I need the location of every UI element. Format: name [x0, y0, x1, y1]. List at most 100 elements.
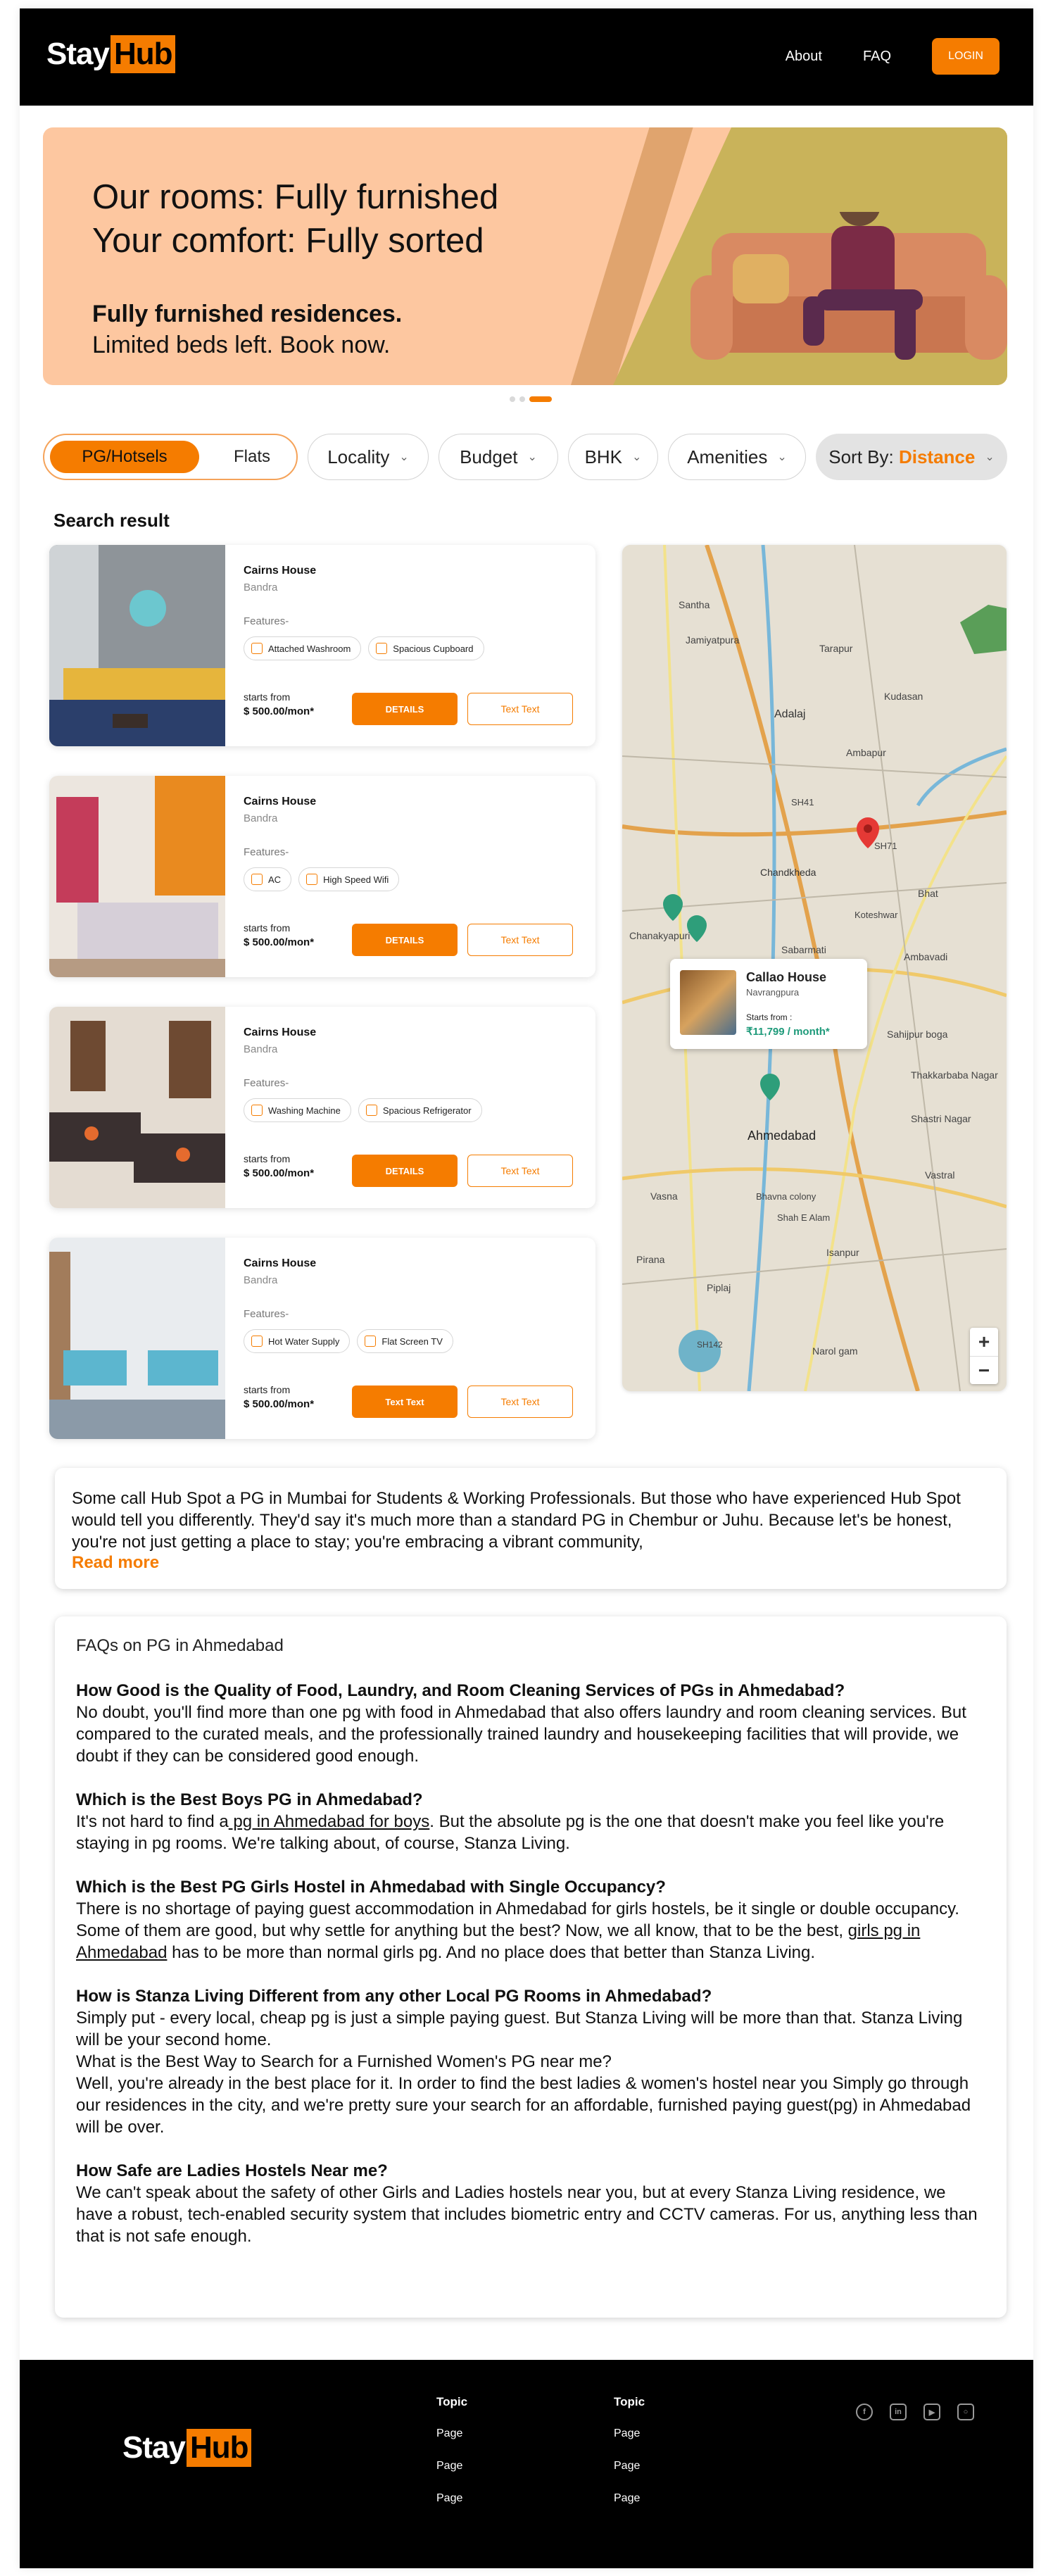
popup-starts-from: Starts from : — [746, 1012, 793, 1022]
map-label: SH71 — [874, 841, 897, 851]
map-popup[interactable]: Callao House Navrangpura Starts from : ₹… — [670, 959, 867, 1049]
map-label: Ahmedabad — [748, 1129, 816, 1143]
map-label: Jamiyatpura — [686, 634, 739, 646]
listing-price: $ 500.00/mon* — [244, 936, 315, 948]
footer-link[interactable]: Page — [436, 2427, 467, 2440]
locality-label: Locality — [327, 446, 390, 467]
details-button[interactable]: DETAILS — [352, 693, 458, 725]
map-zoom-control: + − — [970, 1328, 998, 1384]
map-label: Chanakyapuri — [629, 930, 690, 941]
bhk-dropdown[interactable]: BHK ⌄ — [568, 434, 658, 480]
popup-area: Navrangpura — [746, 987, 800, 998]
map-label: Adalaj — [774, 708, 805, 720]
login-button[interactable]: LOGIN — [932, 38, 1000, 75]
listing-card[interactable]: Cairns House Bandra Features- AC High Sp… — [49, 776, 595, 977]
map-label: Shastri Nagar — [911, 1113, 971, 1124]
popup-name: Callao House — [746, 970, 827, 984]
footer-link[interactable]: Page — [614, 2427, 645, 2440]
map-label: Vasna — [650, 1190, 678, 1202]
secondary-button[interactable]: Text Text — [467, 1386, 573, 1418]
footer-link[interactable]: Page — [614, 2492, 645, 2505]
hero-title: Our rooms: Fully furnished Your comfort:… — [92, 175, 498, 263]
youtube-icon[interactable]: ▶ — [923, 2404, 940, 2420]
faq-question: How Good is the Quality of Food, Laundry… — [76, 1681, 845, 1700]
nav-about[interactable]: About — [786, 49, 822, 65]
map-label: Santha — [679, 599, 710, 610]
toggle-flats[interactable]: Flats — [213, 441, 291, 473]
chevron-down-icon: ⌄ — [527, 451, 537, 463]
hero-banner[interactable]: Our rooms: Fully furnished Your comfort:… — [43, 127, 1007, 385]
secondary-button[interactable]: Text Text — [467, 924, 573, 956]
faq-question: How is Stanza Living Different from any … — [76, 1987, 712, 2006]
carousel-dot[interactable] — [510, 396, 515, 402]
budget-label: Budget — [460, 446, 518, 467]
chevron-down-icon: ⌄ — [985, 451, 995, 463]
footer-column: Topic Page Page Page — [436, 2395, 467, 2525]
cupboard-icon — [376, 643, 388, 654]
zoom-out-button[interactable]: − — [970, 1356, 998, 1384]
details-button[interactable]: DETAILS — [352, 1155, 458, 1187]
facebook-icon[interactable]: f — [856, 2404, 873, 2420]
boys-pg-link[interactable]: pg in Ahmedabad for boys — [229, 1812, 429, 1831]
listing-card[interactable]: Cairns House Bandra Features- Washing Ma… — [49, 1007, 595, 1208]
faq-answer: No doubt, you'll find more than one pg w… — [76, 1703, 966, 1766]
footer-link[interactable]: Page — [614, 2460, 645, 2473]
hero-subtitle-bold: Fully furnished residences. — [92, 301, 403, 327]
locality-dropdown[interactable]: Locality ⌄ — [308, 434, 429, 480]
zoom-in-button[interactable]: + — [970, 1328, 998, 1356]
feature-label: Hot Water Supply — [268, 1336, 340, 1347]
faq-answer: What is the Best Way to Search for a Fur… — [76, 2052, 612, 2071]
carousel-dot-active[interactable] — [529, 396, 552, 402]
map-label: Ambapur — [846, 747, 886, 758]
map-label: Ambavadi — [904, 951, 947, 962]
secondary-button[interactable]: Text Text — [467, 1155, 573, 1187]
listing-card[interactable]: Cairns House Bandra Features- Hot Water … — [49, 1238, 595, 1439]
details-button[interactable]: DETAILS — [352, 924, 458, 956]
hot-water-icon — [251, 1336, 263, 1347]
logo-hub: Hub — [186, 2429, 252, 2467]
linkedin-icon[interactable]: in — [890, 2404, 907, 2420]
starts-from-label: starts from — [244, 1384, 291, 1395]
wifi-icon — [306, 874, 318, 885]
ac-icon — [251, 874, 263, 885]
amenities-dropdown[interactable]: Amenities ⌄ — [668, 434, 806, 480]
footer-link[interactable]: Page — [436, 2460, 467, 2473]
primary-button[interactable]: Text Text — [352, 1386, 458, 1418]
listing-price: $ 500.00/mon* — [244, 705, 315, 717]
feature-label: Flat Screen TV — [382, 1336, 443, 1347]
refrigerator-icon — [365, 1105, 377, 1116]
instagram-icon[interactable]: ○ — [957, 2404, 974, 2420]
footer-column: Topic Page Page Page — [614, 2395, 645, 2525]
logo[interactable]: Stay Hub — [46, 35, 176, 73]
main-nav: About FAQ LOGIN — [786, 38, 1000, 75]
feature-chip: Spacious Refrigerator — [358, 1098, 482, 1122]
faq-question: Which is the Best PG Girls Hostel in Ahm… — [76, 1878, 666, 1897]
listing-card[interactable]: Cairns House Bandra Features- Attached W… — [49, 545, 595, 746]
feature-label: AC — [268, 874, 282, 885]
nav-faq[interactable]: FAQ — [863, 49, 891, 65]
read-more-link[interactable]: Read more — [72, 1553, 990, 1573]
listing-price: $ 500.00/mon* — [244, 1398, 315, 1410]
popup-price: ₹11,799 / month* — [746, 1026, 830, 1038]
feature-chip: Flat Screen TV — [357, 1329, 453, 1353]
listing-area: Bandra — [244, 582, 278, 593]
budget-dropdown[interactable]: Budget ⌄ — [439, 434, 558, 480]
listing-photo[interactable] — [49, 545, 225, 746]
map-label: SH41 — [791, 797, 814, 808]
listing-photo[interactable] — [49, 1238, 225, 1439]
listing-photo[interactable] — [49, 776, 225, 977]
answer-text: There is no shortage of paying guest acc… — [76, 1899, 959, 1940]
listing-photo[interactable] — [49, 1007, 225, 1208]
map-view[interactable]: Santha Jamiyatpura Tarapur Kudasan Adala… — [622, 545, 1007, 1391]
carousel-dots — [510, 396, 552, 402]
washroom-icon — [251, 643, 263, 654]
carousel-dot[interactable] — [519, 396, 525, 402]
footer-link[interactable]: Page — [436, 2492, 467, 2505]
map-label: Piplaj — [707, 1282, 731, 1293]
toggle-pg-hostels[interactable]: PG/Hotsels — [50, 441, 199, 473]
map-label: Shah E Alam — [777, 1212, 830, 1223]
secondary-button[interactable]: Text Text — [467, 693, 573, 725]
bhk-label: BHK — [584, 446, 623, 467]
footer-logo[interactable]: Stay Hub — [122, 2429, 252, 2467]
sort-dropdown[interactable]: Sort By: Distance ⌄ — [816, 434, 1007, 480]
